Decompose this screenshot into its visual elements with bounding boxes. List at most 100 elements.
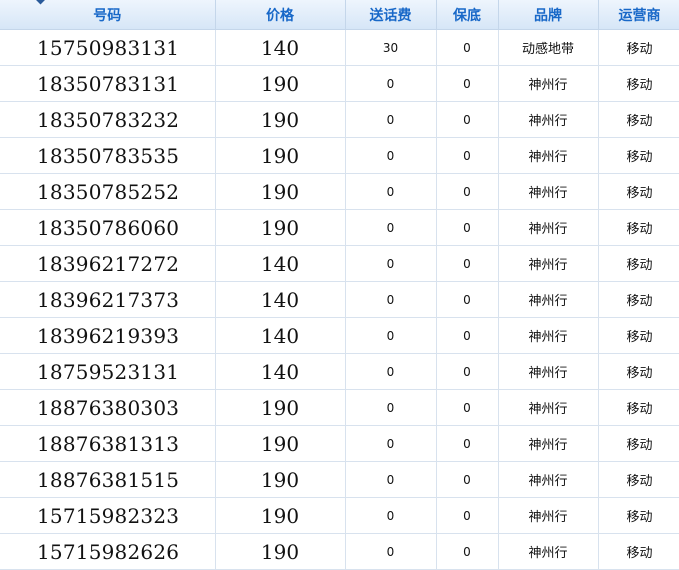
carrier-cell: 移动	[598, 137, 679, 174]
phone-number-cell[interactable]: 18350783131	[0, 65, 216, 102]
phone-number-cell[interactable]: 18350785252	[0, 173, 216, 210]
phone-number-cell[interactable]: 18876381313	[0, 425, 216, 462]
header-number[interactable]: 号码	[0, 0, 216, 30]
carrier-cell: 移动	[598, 389, 679, 426]
table-row[interactable]: 18350786060 190 0 0 神州行 移动	[0, 209, 679, 246]
brand-cell: 动感地带	[498, 29, 599, 66]
brand-cell: 神州行	[498, 461, 599, 498]
brand-cell: 神州行	[498, 65, 599, 102]
header-min-spend[interactable]: 保底	[436, 0, 499, 30]
carrier-cell: 移动	[598, 461, 679, 498]
table-header-row: 号码 价格 送话费 保底 品牌 运营商	[0, 0, 679, 30]
header-credit[interactable]: 送话费	[345, 0, 437, 30]
table-row[interactable]: 18350783131 190 0 0 神州行 移动	[0, 65, 679, 102]
price-cell: 190	[215, 101, 346, 138]
carrier-cell: 移动	[598, 209, 679, 246]
credit-cell: 0	[345, 317, 437, 354]
min-spend-cell: 0	[436, 497, 499, 534]
table-row[interactable]: 18876381313 190 0 0 神州行 移动	[0, 425, 679, 462]
price-cell: 190	[215, 137, 346, 174]
brand-cell: 神州行	[498, 425, 599, 462]
table-row[interactable]: 18876380303 190 0 0 神州行 移动	[0, 389, 679, 426]
carrier-cell: 移动	[598, 317, 679, 354]
credit-cell: 0	[345, 461, 437, 498]
phone-number-cell[interactable]: 18876380303	[0, 389, 216, 426]
price-cell: 140	[215, 245, 346, 282]
table-row[interactable]: 18350783535 190 0 0 神州行 移动	[0, 137, 679, 174]
carrier-cell: 移动	[598, 497, 679, 534]
phone-number-cell[interactable]: 18350786060	[0, 209, 216, 246]
brand-cell: 神州行	[498, 245, 599, 282]
min-spend-cell: 0	[436, 101, 499, 138]
min-spend-cell: 0	[436, 173, 499, 210]
table-row[interactable]: 15750983131 140 30 0 动感地带 移动	[0, 29, 679, 66]
credit-cell: 0	[345, 425, 437, 462]
header-carrier[interactable]: 运营商	[598, 0, 679, 30]
phone-number-cell[interactable]: 18759523131	[0, 353, 216, 390]
header-price[interactable]: 价格	[215, 0, 346, 30]
credit-cell: 0	[345, 389, 437, 426]
brand-cell: 神州行	[498, 101, 599, 138]
carrier-cell: 移动	[598, 101, 679, 138]
carrier-cell: 移动	[598, 29, 679, 66]
price-cell: 190	[215, 425, 346, 462]
table-row[interactable]: 18396219393 140 0 0 神州行 移动	[0, 317, 679, 354]
price-cell: 140	[215, 281, 346, 318]
table-row[interactable]: 18350785252 190 0 0 神州行 移动	[0, 173, 679, 210]
price-cell: 140	[215, 29, 346, 66]
phone-number-table: 号码 价格 送话费 保底 品牌 运营商 15750983131 140 30 0 动感地…	[0, 0, 679, 570]
brand-cell: 神州行	[498, 497, 599, 534]
min-spend-cell: 0	[436, 389, 499, 426]
phone-number-cell[interactable]: 18396219393	[0, 317, 216, 354]
brand-cell: 神州行	[498, 317, 599, 354]
table-row[interactable]: 18396217272 140 0 0 神州行 移动	[0, 245, 679, 282]
brand-cell: 神州行	[498, 173, 599, 210]
carrier-cell: 移动	[598, 173, 679, 210]
carrier-cell: 移动	[598, 533, 679, 570]
table-row[interactable]: 15715982626 190 0 0 神州行 移动	[0, 533, 679, 570]
credit-cell: 0	[345, 137, 437, 174]
credit-cell: 0	[345, 209, 437, 246]
min-spend-cell: 0	[436, 425, 499, 462]
min-spend-cell: 0	[436, 533, 499, 570]
table-row[interactable]: 15715982323 190 0 0 神州行 移动	[0, 497, 679, 534]
phone-number-cell[interactable]: 18396217272	[0, 245, 216, 282]
table-row[interactable]: 18396217373 140 0 0 神州行 移动	[0, 281, 679, 318]
min-spend-cell: 0	[436, 461, 499, 498]
brand-cell: 神州行	[498, 209, 599, 246]
table-row[interactable]: 18759523131 140 0 0 神州行 移动	[0, 353, 679, 390]
carrier-cell: 移动	[598, 353, 679, 390]
credit-cell: 0	[345, 281, 437, 318]
price-cell: 140	[215, 317, 346, 354]
carrier-cell: 移动	[598, 281, 679, 318]
min-spend-cell: 0	[436, 317, 499, 354]
brand-cell: 神州行	[498, 353, 599, 390]
phone-number-cell[interactable]: 15715982626	[0, 533, 216, 570]
price-cell: 190	[215, 497, 346, 534]
phone-number-cell[interactable]: 18350783232	[0, 101, 216, 138]
credit-cell: 0	[345, 101, 437, 138]
credit-cell: 0	[345, 173, 437, 210]
min-spend-cell: 0	[436, 281, 499, 318]
credit-cell: 0	[345, 65, 437, 102]
price-cell: 190	[215, 173, 346, 210]
min-spend-cell: 0	[436, 65, 499, 102]
carrier-cell: 移动	[598, 425, 679, 462]
min-spend-cell: 0	[436, 209, 499, 246]
phone-number-cell[interactable]: 15750983131	[0, 29, 216, 66]
brand-cell: 神州行	[498, 281, 599, 318]
brand-cell: 神州行	[498, 533, 599, 570]
phone-number-cell[interactable]: 18396217373	[0, 281, 216, 318]
header-brand[interactable]: 品牌	[498, 0, 599, 30]
credit-cell: 0	[345, 245, 437, 282]
credit-cell: 30	[345, 29, 437, 66]
min-spend-cell: 0	[436, 353, 499, 390]
phone-number-cell[interactable]: 15715982323	[0, 497, 216, 534]
min-spend-cell: 0	[436, 137, 499, 174]
credit-cell: 0	[345, 497, 437, 534]
price-cell: 140	[215, 353, 346, 390]
phone-number-cell[interactable]: 18350783535	[0, 137, 216, 174]
phone-number-cell[interactable]: 18876381515	[0, 461, 216, 498]
table-row[interactable]: 18350783232 190 0 0 神州行 移动	[0, 101, 679, 138]
table-row[interactable]: 18876381515 190 0 0 神州行 移动	[0, 461, 679, 498]
